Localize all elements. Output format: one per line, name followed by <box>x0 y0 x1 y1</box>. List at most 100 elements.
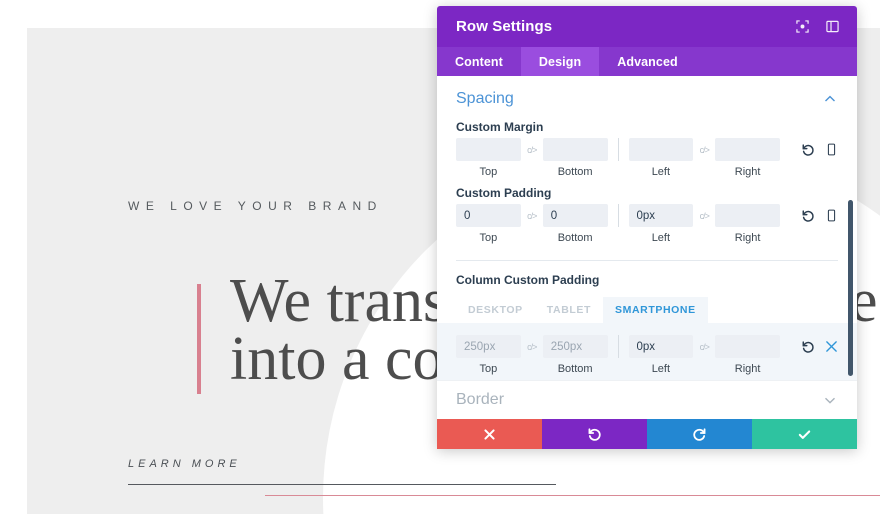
divider-pink <box>265 495 880 496</box>
custom-margin-left-caption: Left <box>651 166 671 178</box>
custom-padding-top-field: Top <box>456 204 521 244</box>
scrollbar-track[interactable] <box>848 76 855 419</box>
device-tab-smartphone[interactable]: SMARTPHONE <box>603 297 708 323</box>
column-custom-padding-label: Column Custom Padding <box>456 273 600 287</box>
device-tab-desktop[interactable]: DESKTOP <box>456 297 535 323</box>
column-padding-fields: Top c/> Bottom Left <box>456 335 838 375</box>
custom-padding-right-input[interactable] <box>715 204 780 227</box>
learn-more-link[interactable]: LEARN MORE <box>128 458 241 470</box>
custom-padding-actions <box>780 204 838 227</box>
column-padding-left-input[interactable] <box>628 335 694 358</box>
modal-body: Spacing Custom Margin Top c/> Bottom Lef… <box>437 76 857 419</box>
column-padding-bottom-input[interactable] <box>542 335 608 358</box>
column-padding-top-caption: Top <box>479 363 498 375</box>
field-separator <box>617 335 619 358</box>
custom-margin-bottom-input[interactable] <box>542 138 608 161</box>
modal-tabbar: Content Design Advanced <box>437 47 857 76</box>
scrollbar-thumb[interactable] <box>848 200 853 376</box>
custom-margin-bottom-caption: Bottom <box>557 166 593 178</box>
custom-padding-bottom-field: Bottom <box>542 204 608 244</box>
column-padding-top-field: Top <box>456 335 521 375</box>
link-icon[interactable]: c/> <box>521 138 543 161</box>
custom-margin-right-input[interactable] <box>715 138 780 161</box>
section-divider <box>456 260 838 261</box>
hero-accent-bar <box>197 284 201 394</box>
cancel-button[interactable] <box>437 419 542 449</box>
column-padding-left-field: Left <box>628 335 694 375</box>
custom-padding-label: Custom Padding <box>456 186 552 200</box>
custom-margin-top-input[interactable] <box>456 138 521 161</box>
modal-title: Row Settings <box>456 18 553 35</box>
custom-margin-left-input[interactable] <box>628 138 694 161</box>
column-padding-right-field: Right <box>715 335 780 375</box>
custom-padding-vertical: Top c/> Bottom <box>456 204 608 244</box>
group-custom-margin: Custom Margin Top c/> Bottom Left c/> Ri… <box>437 120 857 178</box>
screenshot-root: WE LOVE YOUR BRAND We transform your peo… <box>0 0 880 514</box>
layout-toggle-icon[interactable] <box>821 16 843 38</box>
link-icon[interactable]: c/> <box>521 335 543 358</box>
section-spacing-header[interactable]: Spacing <box>437 76 857 114</box>
custom-margin-top-field: Top <box>456 138 521 178</box>
column-padding-actions <box>780 335 838 358</box>
custom-margin-left-field: Left <box>628 138 694 178</box>
hero-eyebrow: WE LOVE YOUR BRAND <box>128 199 383 213</box>
tab-design[interactable]: Design <box>520 47 600 76</box>
modal-header: Row Settings <box>437 6 857 47</box>
custom-padding-bottom-input[interactable] <box>542 204 608 227</box>
group-custom-padding: Custom Padding Top c/> Bottom <box>437 186 857 244</box>
custom-margin-actions <box>780 138 838 161</box>
custom-margin-row: Top c/> Bottom Left c/> Right <box>456 138 838 178</box>
device-tab-tablet[interactable]: TABLET <box>535 297 603 323</box>
group-column-custom-padding: Column Custom Padding <box>437 273 857 287</box>
column-padding-horizontal: Left c/> Right <box>628 335 780 375</box>
tab-content[interactable]: Content <box>437 47 521 76</box>
field-separator <box>617 204 619 227</box>
custom-padding-row: Top c/> Bottom Left <box>456 204 838 244</box>
column-padding-bottom-field: Bottom <box>542 335 608 375</box>
custom-margin-top-caption: Top <box>479 166 498 178</box>
link-icon[interactable]: c/> <box>693 204 715 227</box>
custom-padding-left-caption: Left <box>651 232 671 244</box>
chevron-up-icon[interactable] <box>823 92 837 106</box>
link-icon[interactable]: c/> <box>521 204 543 227</box>
reset-icon[interactable] <box>801 340 815 354</box>
divider-dark <box>128 484 556 485</box>
custom-padding-top-input[interactable] <box>456 204 521 227</box>
reset-icon[interactable] <box>801 143 815 157</box>
column-padding-row: Top c/> Bottom Left <box>437 323 857 385</box>
custom-margin-label: Custom Margin <box>456 120 544 134</box>
modal-footer <box>437 419 857 449</box>
section-spacing-title: Spacing <box>456 90 514 107</box>
mobile-icon[interactable] <box>825 143 838 156</box>
custom-margin-right-caption: Right <box>734 166 761 178</box>
close-icon[interactable] <box>825 340 838 353</box>
tab-advanced[interactable]: Advanced <box>599 47 696 76</box>
section-border-title: Border <box>456 391 505 408</box>
custom-padding-left-field: Left <box>628 204 694 244</box>
column-padding-top-input[interactable] <box>456 335 521 358</box>
column-padding-right-caption: Right <box>734 363 761 375</box>
reset-icon[interactable] <box>801 209 815 223</box>
redo-button[interactable] <box>647 419 752 449</box>
fullscreen-icon[interactable] <box>791 16 813 38</box>
custom-margin-vertical: Top c/> Bottom <box>456 138 608 178</box>
custom-padding-left-input[interactable] <box>628 204 694 227</box>
custom-padding-horizontal: Left c/> Right <box>628 204 780 244</box>
custom-padding-right-caption: Right <box>734 232 761 244</box>
row-settings-modal: Row Settings Content Design Advanced Spa… <box>437 6 857 449</box>
column-padding-left-caption: Left <box>651 363 671 375</box>
save-button[interactable] <box>752 419 857 449</box>
chevron-down-icon[interactable] <box>823 393 837 407</box>
custom-padding-bottom-caption: Bottom <box>557 232 593 244</box>
link-icon[interactable]: c/> <box>693 138 715 161</box>
custom-padding-top-caption: Top <box>479 232 498 244</box>
undo-button[interactable] <box>542 419 647 449</box>
custom-padding-right-field: Right <box>715 204 780 244</box>
column-padding-right-input[interactable] <box>715 335 780 358</box>
section-border-header[interactable]: Border <box>437 380 857 419</box>
mobile-icon[interactable] <box>825 209 838 222</box>
column-padding-bottom-caption: Bottom <box>557 363 593 375</box>
link-icon[interactable]: c/> <box>693 335 715 358</box>
custom-margin-horizontal: Left c/> Right <box>628 138 780 178</box>
column-padding-vertical: Top c/> Bottom <box>456 335 608 375</box>
